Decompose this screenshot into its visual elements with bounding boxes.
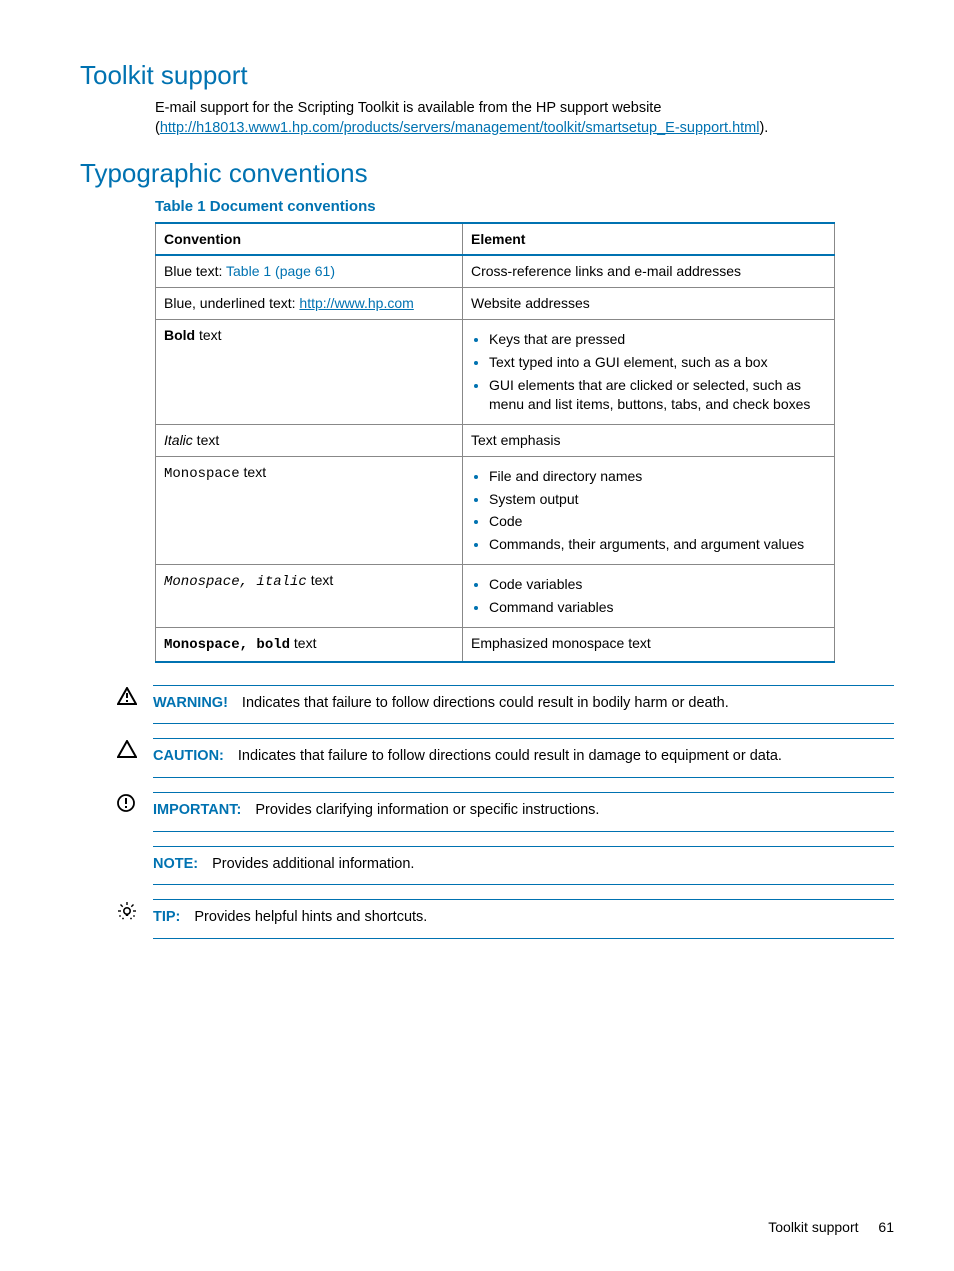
table-title: Table 1 Document conventions [155, 197, 894, 217]
admonition-important: IMPORTANT: Provides clarifying informatio… [117, 792, 894, 846]
mono-italic-sample: Monospace, italic [164, 574, 307, 590]
text: Cross-reference links and e-mail address… [463, 255, 835, 287]
admonition-label: WARNING! [153, 695, 228, 711]
list-item: Code [489, 512, 826, 531]
caution-icon [117, 738, 153, 758]
web-link[interactable]: http://www.hp.com [299, 295, 413, 311]
admonition-label: IMPORTANT: [153, 802, 241, 818]
text: text [193, 432, 219, 448]
list-item: GUI elements that are clicked or selecte… [489, 376, 826, 414]
text: Emphasized monospace text [463, 628, 835, 662]
italic-sample: Italic [164, 432, 193, 448]
admonition-text: Provides clarifying information or speci… [255, 802, 599, 818]
admonition-warning: WARNING! Indicates that failure to follow… [117, 685, 894, 739]
page-number: 61 [878, 1219, 894, 1235]
text: text [307, 572, 333, 588]
warning-icon [117, 685, 153, 705]
table-row: Blue, underlined text: http://www.hp.com… [156, 288, 835, 320]
admonition-text: Indicates that failure to follow directi… [238, 748, 782, 764]
col-header-element: Element [463, 223, 835, 256]
text: text [240, 464, 266, 480]
admonition-text: Provides helpful hints and shortcuts. [194, 909, 427, 925]
admonition-tip: TIP: Provides helpful hints and shortcuts… [117, 899, 894, 953]
table-row: Italic text Text emphasis [156, 424, 835, 456]
text: Blue text: [164, 263, 226, 279]
xref-link[interactable]: Table 1 (page 61) [226, 263, 335, 279]
admonition-label: CAUTION: [153, 748, 224, 764]
page-footer: Toolkit support 61 [768, 1218, 894, 1237]
admonition-text: Provides additional information. [212, 856, 414, 872]
support-link[interactable]: http://h18013.www1.hp.com/products/serve… [160, 120, 760, 136]
bold-sample: Bold [164, 327, 195, 343]
table-row: Blue text: Table 1 (page 61) Cross-refer… [156, 255, 835, 287]
text: ). [759, 120, 768, 136]
admonition-note: NOTE: Provides additional information. [117, 846, 894, 900]
list-item: Keys that are pressed [489, 330, 826, 349]
admonition-caution: CAUTION: Indicates that failure to follow… [117, 738, 894, 792]
heading-typographic-conventions: Typographic conventions [80, 156, 894, 191]
list-item: Commands, their arguments, and argument … [489, 535, 826, 554]
conventions-table: Convention Element Blue text: Table 1 (p… [155, 222, 835, 663]
table-row: Monospace text File and directory names … [156, 456, 835, 565]
text: Text emphasis [463, 424, 835, 456]
mono-sample: Monospace [164, 466, 240, 482]
table-row: Bold text Keys that are pressed Text typ… [156, 320, 835, 425]
tip-icon [117, 899, 153, 921]
list-item: Code variables [489, 575, 826, 594]
mono-bold-sample: Monospace, bold [164, 637, 290, 653]
list-item: Text typed into a GUI element, such as a… [489, 353, 826, 372]
text: Website addresses [463, 288, 835, 320]
important-icon [117, 792, 153, 812]
text: Blue, underlined text: [164, 295, 299, 311]
col-header-convention: Convention [156, 223, 463, 256]
text: text [290, 635, 316, 651]
admonition-text: Indicates that failure to follow directi… [242, 695, 729, 711]
heading-toolkit-support: Toolkit support [80, 58, 894, 93]
admonition-label: TIP: [153, 909, 180, 925]
admonition-label: NOTE: [153, 856, 198, 872]
toolkit-support-paragraph: E-mail support for the Scripting Toolkit… [155, 99, 894, 138]
table-row: Monospace, bold text Emphasized monospac… [156, 628, 835, 662]
text: text [195, 327, 221, 343]
footer-title: Toolkit support [768, 1219, 858, 1235]
list-item: Command variables [489, 598, 826, 617]
list-item: System output [489, 490, 826, 509]
table-row: Monospace, italic text Code variables Co… [156, 565, 835, 628]
note-icon [117, 846, 153, 848]
list-item: File and directory names [489, 467, 826, 486]
